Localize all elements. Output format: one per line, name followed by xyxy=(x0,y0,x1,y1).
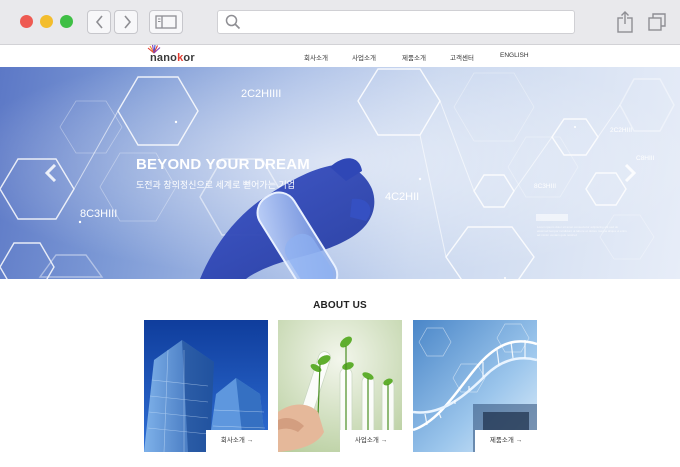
address-bar[interactable] xyxy=(217,10,575,34)
hex-label-5: C8HIII xyxy=(636,155,655,162)
back-button[interactable] xyxy=(87,10,111,34)
maximize-window-button[interactable] xyxy=(60,15,73,28)
nav-item-company[interactable]: 회사소개 xyxy=(304,52,328,62)
close-window-button[interactable] xyxy=(20,15,33,28)
logo-suffix: or xyxy=(183,52,195,64)
tabs-icon[interactable] xyxy=(645,10,669,34)
hero-subtitle: 도전과 창의정신으로 세계로 뻗어가는 기업 xyxy=(136,180,296,190)
nav-item-english[interactable]: ENGLISH xyxy=(500,52,529,59)
site-logo[interactable]: nanokor xyxy=(150,52,195,64)
card-button-company[interactable]: 회사소개 → xyxy=(206,430,268,452)
about-card-company[interactable]: 회사소개 → xyxy=(144,320,268,452)
slider-pagination[interactable] xyxy=(329,270,351,301)
browser-window: nanokor 회사소개 사업소개 제품소개 고객센터 ENGLISH 2C2H… xyxy=(0,0,680,467)
hero-title: BEYOND YOUR DREAM xyxy=(136,156,310,173)
hero-banner: 2C2HIIII 4C2HII 8C3HIII 2C2HIII C8HIII 8… xyxy=(0,67,680,279)
sidebar-icon xyxy=(155,15,177,29)
slider-prev-icon[interactable] xyxy=(44,164,58,182)
forward-icon xyxy=(124,15,132,29)
hero-background-graphic xyxy=(0,67,680,279)
card-button-products[interactable]: 제품소개 → xyxy=(475,430,537,452)
nav-item-products[interactable]: 제품소개 xyxy=(402,52,426,62)
slider-dot-1[interactable] xyxy=(329,281,339,283)
hex-label-2: 4C2HII xyxy=(385,191,420,203)
slider-next-icon[interactable] xyxy=(623,164,637,182)
hex-label-1: 2C2HIIII xyxy=(241,88,282,100)
sidebar-toggle-button[interactable] xyxy=(149,10,183,34)
site-header xyxy=(0,45,680,67)
about-section-title: ABOUT US xyxy=(313,300,367,311)
about-card-products[interactable]: 제품소개 → xyxy=(413,320,537,452)
nav-item-support[interactable]: 고객센터 xyxy=(450,52,474,62)
hex-label-4: 2C2HIII xyxy=(610,127,633,134)
logo-prefix: nano xyxy=(150,52,178,64)
search-icon xyxy=(225,14,241,30)
hex-label-6: 8C3HIII xyxy=(534,183,557,190)
minimize-window-button[interactable] xyxy=(40,15,53,28)
about-card-business[interactable]: 사업소개 → xyxy=(278,320,402,452)
share-icon[interactable] xyxy=(613,10,637,34)
hero-fine-print: Lorem ipsum dolor sit amet consectetur a… xyxy=(537,225,627,237)
browser-toolbar xyxy=(0,0,680,45)
forward-button[interactable] xyxy=(114,10,138,34)
hex-label-3: 8C3HIII xyxy=(80,208,118,220)
card-button-business[interactable]: 사업소개 → xyxy=(340,430,402,452)
nav-item-business[interactable]: 사업소개 xyxy=(352,52,376,62)
back-icon xyxy=(95,15,103,29)
